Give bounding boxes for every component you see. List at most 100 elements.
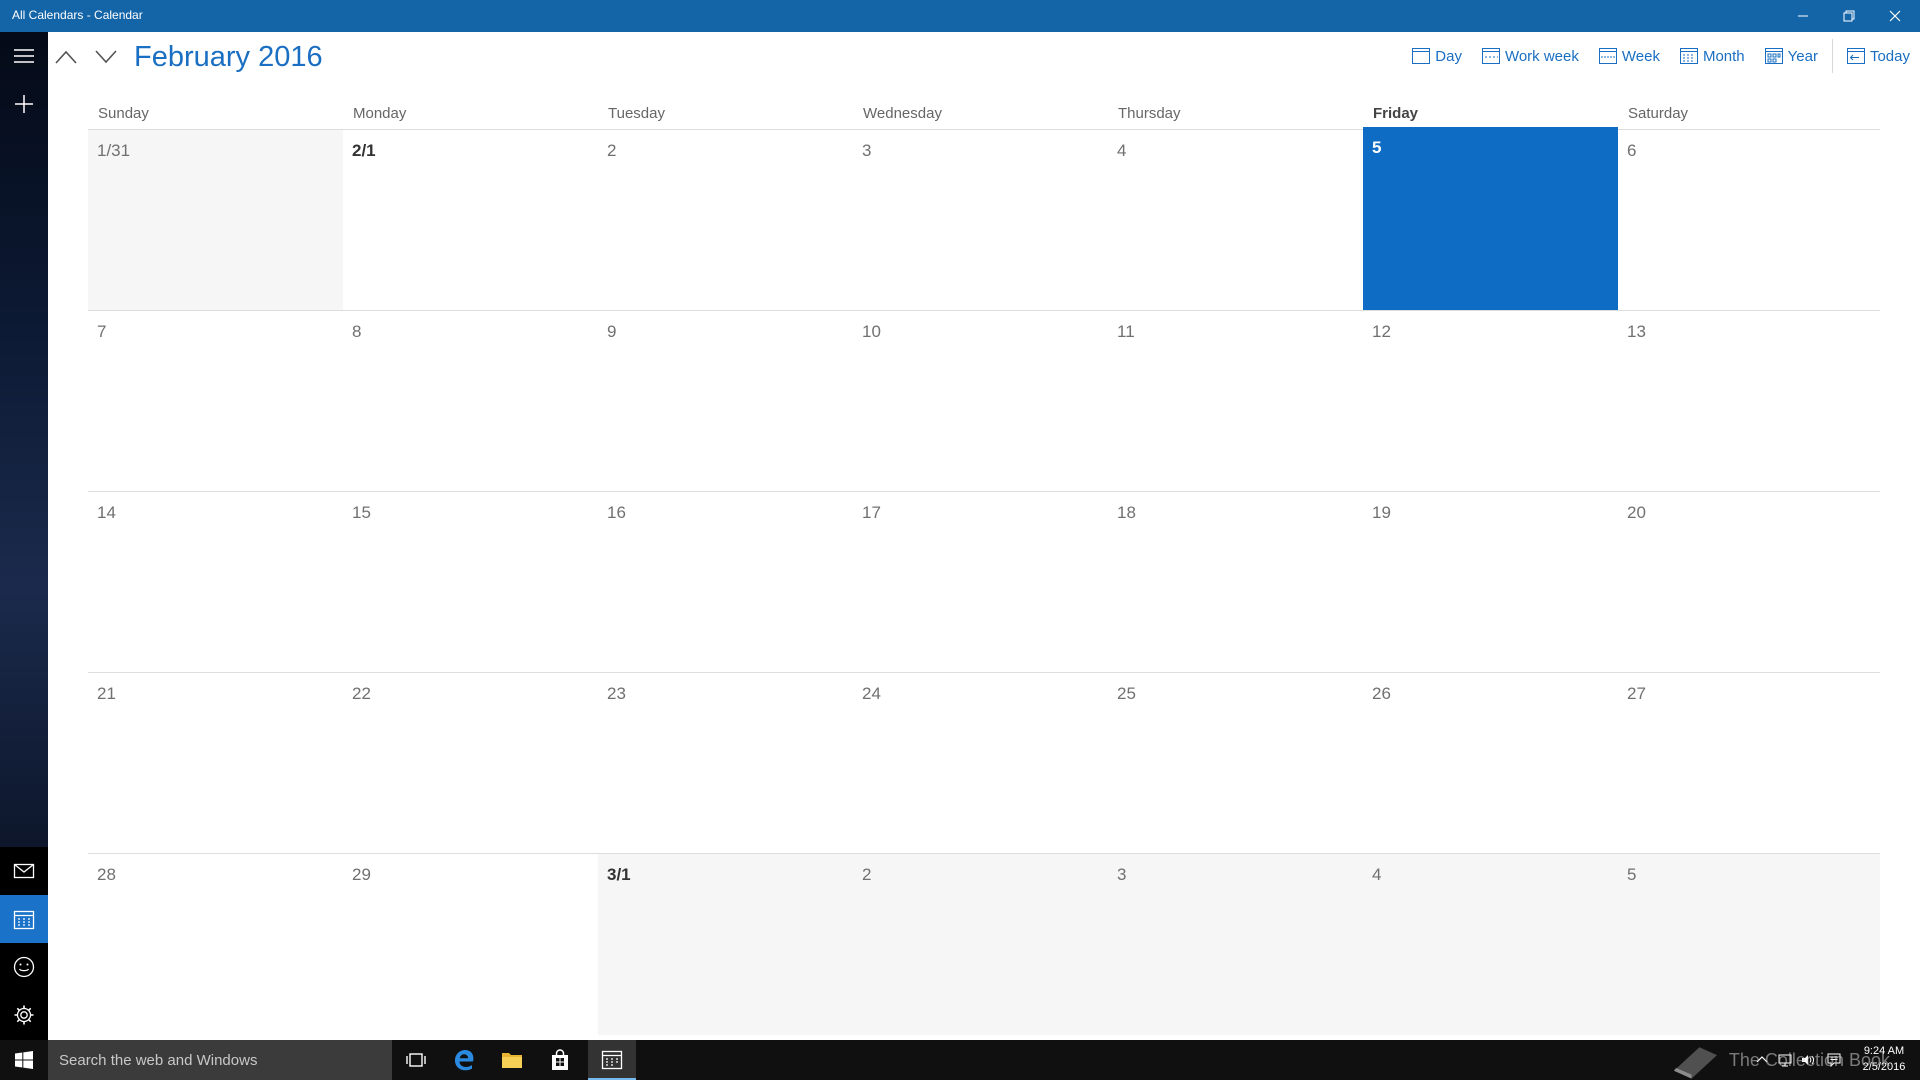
day-cell[interactable]: 13: [1618, 311, 1880, 492]
file-explorer-button[interactable]: [488, 1040, 536, 1080]
day-name-thursday: Thursday: [1118, 105, 1181, 122]
chevron-up-icon: [55, 50, 77, 64]
day-number: 4: [1117, 141, 1127, 160]
calendar-nav-button[interactable]: [0, 895, 48, 943]
day-number: 13: [1627, 322, 1646, 341]
day-cell[interactable]: 19: [1363, 492, 1618, 673]
hamburger-menu-button[interactable]: [0, 32, 48, 80]
taskbar-search-box[interactable]: [48, 1040, 392, 1080]
day-cell[interactable]: 2: [853, 854, 1108, 1035]
smiley-icon: [13, 956, 35, 978]
day-view-icon: [1412, 48, 1431, 64]
day-cell[interactable]: 25: [1108, 673, 1363, 854]
month-title: February 2016: [134, 41, 323, 73]
day-name-saturday: Saturday: [1628, 105, 1689, 122]
day-cell[interactable]: 2: [598, 130, 853, 311]
plus-icon: [15, 95, 33, 113]
month-view-icon: [1679, 48, 1698, 64]
day-cell[interactable]: 17: [853, 492, 1108, 673]
store-button[interactable]: [536, 1040, 584, 1080]
close-button[interactable]: [1872, 0, 1918, 32]
left-rail: [0, 32, 48, 1040]
day-number: 26: [1372, 684, 1391, 703]
day-name-tuesday: Tuesday: [608, 105, 665, 122]
watermark-text: The Collection Book: [1728, 1049, 1890, 1070]
window-title: All Calendars - Calendar: [12, 8, 143, 22]
mail-button[interactable]: [0, 847, 48, 895]
day-cell[interactable]: 3: [853, 130, 1108, 311]
week-view-button[interactable]: Week: [1589, 40, 1670, 72]
year-view-label: Year: [1787, 47, 1818, 65]
rail-bottom-area: [0, 847, 48, 1040]
day-cell[interactable]: 29: [343, 854, 598, 1035]
day-cell[interactable]: 3/1: [598, 854, 853, 1035]
day-cell[interactable]: 4: [1363, 854, 1618, 1035]
hamburger-icon: [14, 49, 34, 63]
day-cell[interactable]: 6: [1618, 130, 1880, 311]
task-view-icon: [406, 1053, 426, 1067]
day-number: 12: [1372, 322, 1391, 341]
day-view-button[interactable]: Day: [1402, 40, 1472, 72]
day-number: 11: [1117, 322, 1135, 341]
day-number: 25: [1117, 684, 1136, 703]
work-week-view-icon: [1481, 48, 1500, 64]
today-button[interactable]: Today: [1837, 40, 1920, 72]
day-cell[interactable]: 15: [343, 492, 598, 673]
day-cell[interactable]: 4: [1108, 130, 1363, 311]
day-cell-today[interactable]: 5: [1363, 127, 1618, 311]
minimize-button[interactable]: [1780, 0, 1826, 32]
restore-icon: [1843, 10, 1855, 22]
restore-button[interactable]: [1826, 0, 1872, 32]
work-week-view-button[interactable]: Work week: [1472, 40, 1589, 72]
next-month-button[interactable]: [90, 41, 122, 73]
close-icon: [1889, 10, 1901, 22]
year-view-button[interactable]: Year: [1755, 40, 1828, 72]
edge-browser-button[interactable]: [440, 1040, 488, 1080]
day-cell[interactable]: 12: [1363, 311, 1618, 492]
edge-browser-icon: [455, 1050, 474, 1071]
week-row: 1/31 2/1 2 3 4 5 6: [88, 127, 1880, 311]
day-cell[interactable]: 11: [1108, 311, 1363, 492]
day-cell[interactable]: 18: [1108, 492, 1363, 673]
day-cell[interactable]: 5: [1618, 854, 1880, 1035]
day-cell[interactable]: 8: [343, 311, 598, 492]
mail-icon: [13, 863, 35, 879]
settings-button[interactable]: [0, 991, 48, 1039]
day-number: 28: [97, 865, 116, 884]
calendar-app-icon: [601, 1050, 623, 1070]
day-cell[interactable]: 28: [88, 854, 343, 1035]
day-cell[interactable]: 3: [1108, 854, 1363, 1035]
day-name-friday: Friday: [1373, 105, 1419, 122]
day-cell[interactable]: 10: [853, 311, 1108, 492]
day-cell[interactable]: 26: [1363, 673, 1618, 854]
week-row: 7 8 9 10 11 12 13: [88, 310, 1880, 491]
previous-month-button[interactable]: [50, 41, 82, 73]
day-cell[interactable]: 9: [598, 311, 853, 492]
day-cell[interactable]: 21: [88, 673, 343, 854]
day-cell[interactable]: 23: [598, 673, 853, 854]
day-cell[interactable]: 2/1: [343, 130, 598, 311]
watermark: The Collection Book: [1670, 1040, 1890, 1080]
day-cell[interactable]: 14: [88, 492, 343, 673]
calendar-app-taskbar-button[interactable]: [588, 1040, 636, 1080]
day-number: 3/1: [607, 865, 631, 884]
today-label: Today: [1869, 47, 1910, 65]
day-cell[interactable]: 20: [1618, 492, 1880, 673]
new-event-button[interactable]: [0, 80, 48, 128]
book-watermark-icon: [1673, 1047, 1717, 1079]
day-cell[interactable]: 24: [853, 673, 1108, 854]
day-cell[interactable]: 27: [1618, 673, 1880, 854]
taskbar-search-input[interactable]: [59, 1051, 379, 1069]
task-view-button[interactable]: [392, 1040, 440, 1080]
feedback-button[interactable]: [0, 943, 48, 991]
day-number: 7: [97, 322, 107, 341]
day-cell[interactable]: 1/31: [88, 130, 343, 311]
day-number: 9: [607, 322, 617, 341]
day-number: 2: [607, 141, 617, 160]
day-cell[interactable]: 16: [598, 492, 853, 673]
day-cell[interactable]: 22: [343, 673, 598, 854]
start-button[interactable]: [0, 1040, 48, 1080]
day-cell[interactable]: 7: [88, 311, 343, 492]
day-number: 27: [1627, 684, 1646, 703]
month-view-button[interactable]: Month: [1670, 40, 1755, 72]
